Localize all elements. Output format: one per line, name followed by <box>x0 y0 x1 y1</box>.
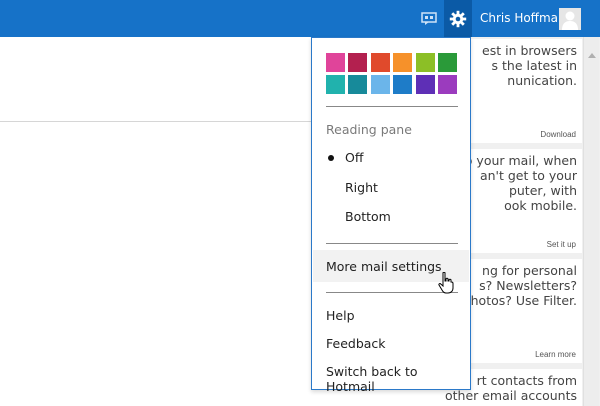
theme-swatch[interactable] <box>348 75 368 94</box>
theme-swatch[interactable] <box>326 75 345 94</box>
menu-divider <box>326 106 458 107</box>
gear-icon <box>449 10 467 27</box>
theme-swatch[interactable] <box>326 53 345 72</box>
feedback-item[interactable]: Feedback <box>326 336 386 351</box>
theme-swatch[interactable] <box>370 75 390 94</box>
scroll-up-arrow-icon[interactable] <box>588 53 596 58</box>
reading-pane-off[interactable]: Off <box>345 150 363 165</box>
settings-gear-button[interactable] <box>444 0 472 37</box>
avatar-icon[interactable] <box>559 8 581 30</box>
top-bar: Chris Hoffman <box>0 0 600 37</box>
theme-swatch[interactable] <box>348 53 368 72</box>
set-it-up-link[interactable]: Set it up <box>547 240 576 249</box>
settings-menu: Reading pane Off Right Bottom More mail … <box>311 37 471 394</box>
theme-swatch[interactable] <box>438 75 457 94</box>
switch-back-item[interactable]: Switch back to Hotmail <box>326 364 470 394</box>
messaging-icon[interactable] <box>415 0 443 37</box>
theme-swatch[interactable] <box>438 53 457 72</box>
theme-swatch[interactable] <box>393 75 413 94</box>
more-mail-settings-item[interactable]: More mail settings <box>326 259 442 274</box>
reading-pane-heading: Reading pane <box>326 122 412 137</box>
reading-pane-bottom[interactable]: Bottom <box>345 209 391 224</box>
theme-swatch[interactable] <box>415 75 435 94</box>
selected-bullet-icon <box>328 155 334 161</box>
hand-cursor-icon <box>438 271 454 298</box>
menu-divider <box>326 243 458 244</box>
reading-pane-right[interactable]: Right <box>345 180 378 195</box>
download-link[interactable]: Download <box>540 130 576 139</box>
learn-more-link[interactable]: Learn more <box>535 350 576 359</box>
theme-swatch[interactable] <box>415 53 435 72</box>
theme-swatch[interactable] <box>370 53 390 72</box>
scrollbar[interactable] <box>583 37 599 406</box>
theme-swatch[interactable] <box>393 53 413 72</box>
user-name[interactable]: Chris Hoffman <box>480 11 566 25</box>
help-item[interactable]: Help <box>326 308 355 323</box>
